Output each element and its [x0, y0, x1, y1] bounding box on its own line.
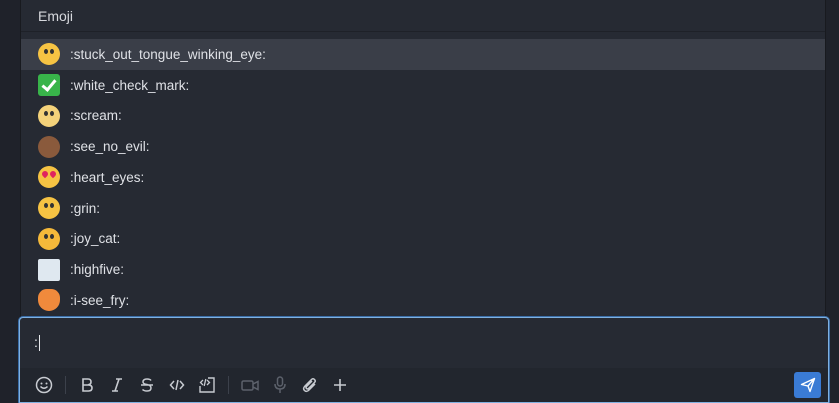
emoji-option-joy-cat[interactable]: :joy_cat:	[21, 224, 825, 255]
emoji-code: :joy_cat:	[70, 231, 121, 247]
emoji-option-scream[interactable]: :scream:	[21, 101, 825, 132]
code-block-icon	[199, 377, 215, 393]
emoji-option-grin[interactable]: :grin:	[21, 193, 825, 224]
app-root: Emoji :stuck_out_tongue_winking_eye: :wh…	[0, 0, 839, 403]
emoji-code: :grin:	[70, 200, 101, 216]
strikethrough-button[interactable]	[132, 371, 162, 399]
send-icon	[800, 377, 816, 393]
emoji-code: :stuck_out_tongue_winking_eye:	[70, 46, 266, 62]
emoji-autocomplete-popup: Emoji :stuck_out_tongue_winking_eye: :wh…	[20, 0, 826, 318]
attachment-icon	[302, 376, 318, 394]
see-no-evil-icon	[38, 135, 60, 158]
plus-icon	[333, 378, 347, 392]
joy-cat-icon	[38, 227, 60, 250]
emoji-list: :stuck_out_tongue_winking_eye: :white_ch…	[21, 39, 825, 316]
message-input[interactable]: :	[20, 318, 828, 370]
emoji-code: :white_check_mark:	[70, 77, 190, 93]
emoji-option-i-see-fry[interactable]: :i-see_fry:	[21, 285, 825, 316]
emoji-option-see-no-evil[interactable]: :see_no_evil:	[21, 131, 825, 162]
emoji-option-stuck-out-tongue-winking-eye[interactable]: :stuck_out_tongue_winking_eye:	[21, 39, 825, 70]
video-message-button[interactable]	[235, 371, 265, 399]
microphone-icon	[273, 376, 287, 394]
toolbar-divider	[228, 376, 229, 394]
emoji-icon	[35, 376, 53, 394]
stuck-out-tongue-winking-eye-icon	[38, 43, 60, 66]
highfive-icon	[38, 258, 60, 281]
bold-icon	[80, 377, 94, 393]
italic-button[interactable]	[102, 371, 132, 399]
emoji-code: :highfive:	[70, 262, 125, 278]
video-icon	[241, 378, 259, 392]
bold-button[interactable]	[72, 371, 102, 399]
scream-icon	[38, 104, 60, 127]
strikethrough-icon	[139, 377, 155, 393]
inline-code-button[interactable]	[162, 371, 192, 399]
composer-toolbar	[20, 368, 828, 402]
text-caret	[38, 335, 40, 352]
send-button[interactable]	[794, 372, 821, 398]
inline-code-icon	[169, 378, 185, 392]
message-input-value: :	[34, 334, 38, 350]
emoji-option-heart-eyes[interactable]: :heart_eyes:	[21, 162, 825, 193]
attach-file-button[interactable]	[295, 371, 325, 399]
emoji-button[interactable]	[29, 371, 59, 399]
grin-icon	[38, 197, 60, 220]
emoji-code: :see_no_evil:	[70, 139, 150, 155]
i-see-fry-icon	[38, 289, 60, 312]
white-check-mark-icon	[38, 74, 60, 97]
emoji-code: :scream:	[70, 108, 122, 124]
heart-eyes-icon	[38, 166, 60, 189]
popup-title: Emoji	[21, 0, 825, 32]
message-composer: :	[19, 317, 829, 403]
emoji-option-white-check-mark[interactable]: :white_check_mark:	[21, 70, 825, 101]
emoji-code: :heart_eyes:	[70, 169, 145, 185]
more-actions-button[interactable]	[325, 371, 355, 399]
audio-message-button[interactable]	[265, 371, 295, 399]
emoji-code: :i-see_fry:	[70, 292, 130, 308]
code-block-button[interactable]	[192, 371, 222, 399]
italic-icon	[110, 377, 124, 393]
toolbar-divider	[65, 376, 66, 394]
emoji-option-highfive[interactable]: :highfive:	[21, 254, 825, 285]
